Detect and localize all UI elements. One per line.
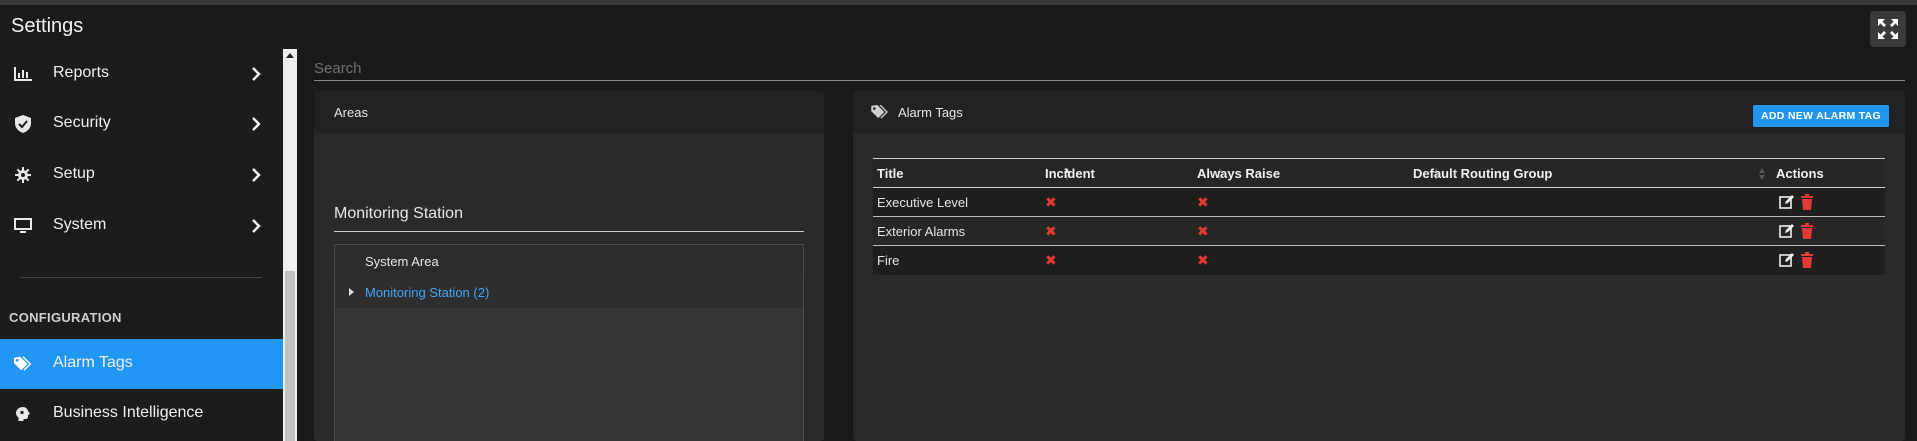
tree-node[interactable]: Monitoring Station (2): [335, 277, 803, 308]
delete-icon[interactable]: [1799, 223, 1815, 239]
page-title: Settings: [11, 15, 84, 37]
sidebar-item-label: Security: [53, 114, 111, 131]
caret-right-icon[interactable]: [349, 288, 354, 296]
tags-icon: [14, 355, 32, 373]
sidebar-item-label: Business Intelligence: [53, 404, 204, 421]
incident-false-x-icon: ✖: [1045, 223, 1057, 239]
app-header: Settings: [0, 5, 1917, 49]
alarm-tags-table: Title Incident Always Raise Default Rout…: [873, 158, 1885, 275]
column-header-incident[interactable]: Incident: [1045, 166, 1095, 181]
edit-icon[interactable]: [1779, 252, 1795, 268]
tags-icon: [871, 105, 888, 119]
shield-check-icon: [14, 115, 32, 133]
sidebar-item-reports[interactable]: Reports: [0, 49, 283, 99]
table-row[interactable]: Fire ✖ ✖: [873, 246, 1885, 275]
always-raise-false-x-icon: ✖: [1197, 223, 1209, 239]
sidebar-item-business-intelligence[interactable]: Business Intelligence: [0, 389, 283, 439]
alarm-tags-panel: Alarm Tags ADD NEW ALARM TAG Title Incid…: [853, 91, 1905, 441]
areas-panel-title: Areas: [334, 105, 368, 120]
cell-title: Exterior Alarms: [877, 224, 966, 239]
scroll-up-arrow-icon[interactable]: [286, 53, 294, 58]
column-header-always-raise[interactable]: Always Raise: [1197, 166, 1280, 181]
column-header-actions: Actions: [1776, 166, 1824, 181]
table-header-row: Title Incident Always Raise Default Rout…: [873, 158, 1885, 188]
fullscreen-button[interactable]: [1870, 11, 1906, 47]
tree-header-label: System Area: [365, 254, 439, 269]
station-heading-underline: [334, 231, 804, 232]
scrollbar-thumb[interactable]: [285, 271, 295, 441]
area-tree: System Area Monitoring Station (2): [334, 244, 804, 441]
table-row[interactable]: Exterior Alarms ✖ ✖: [873, 217, 1885, 246]
sidebar-item-label: Reports: [53, 64, 110, 81]
incident-false-x-icon: ✖: [1045, 194, 1057, 210]
areas-panel: Areas Monitoring Station System Area Mon…: [314, 91, 824, 441]
sidebar-item-security[interactable]: Security: [0, 99, 283, 149]
monitor-icon: [14, 217, 32, 235]
sidebar-item-system[interactable]: System: [0, 201, 283, 251]
sidebar-item-label: Setup: [53, 165, 95, 182]
tree-node-label[interactable]: Monitoring Station (2): [365, 285, 489, 300]
gear-icon: [14, 166, 32, 184]
alarm-tags-panel-header: Alarm Tags ADD NEW ALARM TAG: [853, 91, 1905, 133]
tree-header-row: System Area: [335, 245, 803, 277]
areas-panel-header: Areas: [314, 91, 824, 133]
sidebar-scrollbar[interactable]: [283, 49, 297, 441]
sidebar-item-alarm-tags[interactable]: Alarm Tags: [0, 339, 283, 389]
always-raise-false-x-icon: ✖: [1197, 194, 1209, 210]
expand-icon: [1878, 19, 1898, 39]
sidebar-divider: [20, 277, 262, 278]
bar-chart-icon: [14, 65, 32, 83]
brain-icon: [14, 405, 32, 423]
chevron-right-icon: [252, 219, 261, 233]
incident-false-x-icon: ✖: [1045, 252, 1057, 268]
sidebar-item-label: System: [53, 216, 107, 233]
main-content: Areas Monitoring Station System Area Mon…: [297, 49, 1917, 441]
table-row[interactable]: Executive Level ✖ ✖: [873, 188, 1885, 217]
section-title-configuration: CONFIGURATION: [9, 310, 122, 325]
cell-title: Executive Level: [877, 195, 969, 210]
chevron-right-icon: [252, 168, 261, 182]
delete-icon[interactable]: [1799, 194, 1815, 210]
alarm-tags-panel-title: Alarm Tags: [898, 105, 963, 120]
chevron-right-icon: [252, 67, 261, 81]
station-heading: Monitoring Station: [334, 205, 463, 222]
sidebar-item-setup[interactable]: Setup: [0, 150, 283, 200]
column-header-title[interactable]: Title: [877, 166, 904, 181]
sidebar: Reports Security Setup System CONFIGURAT…: [0, 49, 283, 441]
always-raise-false-x-icon: ✖: [1197, 252, 1209, 268]
delete-icon[interactable]: [1799, 252, 1815, 268]
chevron-right-icon: [252, 117, 261, 131]
edit-icon[interactable]: [1779, 223, 1795, 239]
sidebar-item-label: Alarm Tags: [53, 354, 133, 371]
search-input[interactable]: [314, 57, 1905, 81]
add-new-alarm-tag-button[interactable]: ADD NEW ALARM TAG: [1753, 105, 1889, 127]
sort-icon[interactable]: [1759, 168, 1765, 180]
column-header-default-routing-group[interactable]: Default Routing Group: [1413, 166, 1552, 181]
cell-title: Fire: [877, 253, 900, 268]
edit-icon[interactable]: [1779, 194, 1795, 210]
